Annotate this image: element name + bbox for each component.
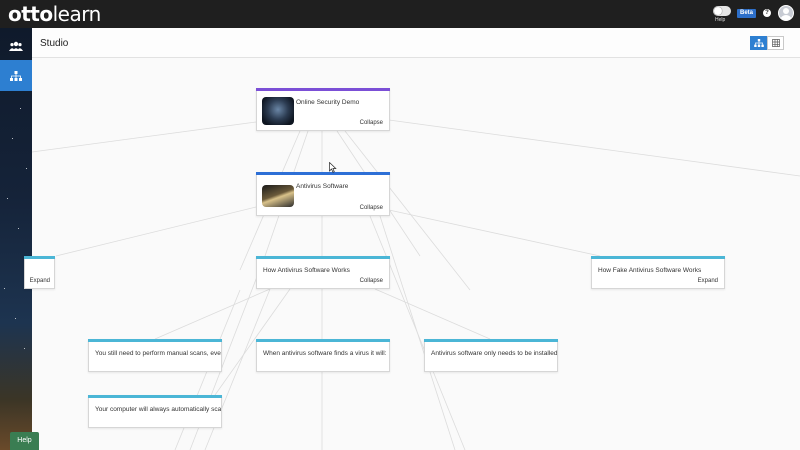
node-title: Your computer will always automatically … bbox=[95, 406, 221, 413]
tree-node-question[interactable]: Your computer will always automatically … bbox=[88, 395, 222, 428]
collapse-button[interactable]: Collapse bbox=[360, 120, 383, 126]
node-title: Antivirus software only needs to be inst… bbox=[431, 350, 557, 357]
tree-connectors bbox=[31, 119, 800, 450]
tree-node-question[interactable]: You still need to perform manual scans, … bbox=[88, 339, 222, 372]
expand-button[interactable]: Expand bbox=[30, 278, 50, 284]
tree-node-root[interactable]: Online Security Demo Collapse bbox=[256, 88, 390, 131]
collapse-button[interactable]: Collapse bbox=[360, 205, 383, 211]
node-color-bar bbox=[88, 339, 222, 342]
tree-node-question[interactable]: When antivirus software finds a virus it… bbox=[256, 339, 390, 372]
antivirus-thumbnail-image bbox=[262, 185, 294, 207]
node-color-bar bbox=[256, 339, 390, 342]
node-color-bar bbox=[256, 172, 390, 175]
security-thumbnail-image bbox=[262, 97, 294, 125]
node-title: You still need to perform manual scans, … bbox=[95, 350, 221, 357]
tree-node-how-antivirus-works[interactable]: How Antivirus Software Works Collapse bbox=[256, 256, 390, 289]
node-title: How Antivirus Software Works bbox=[263, 267, 350, 274]
expand-button[interactable]: Expand bbox=[698, 278, 718, 284]
collapse-button[interactable]: Collapse bbox=[360, 278, 383, 284]
node-color-bar bbox=[424, 339, 558, 342]
node-title: When antivirus software finds a virus it… bbox=[263, 350, 387, 357]
node-color-bar bbox=[24, 256, 55, 259]
node-title: Online Security Demo bbox=[296, 99, 360, 106]
mouse-cursor-icon bbox=[329, 162, 337, 173]
node-title: Antivirus Software bbox=[296, 183, 349, 190]
tree-node-antivirus[interactable]: Antivirus Software Collapse bbox=[256, 172, 390, 216]
node-color-bar bbox=[256, 88, 390, 91]
node-title: How Fake Antivirus Software Works bbox=[598, 267, 702, 274]
tree-node-question[interactable]: Antivirus software only needs to be inst… bbox=[424, 339, 558, 372]
tree-node-fake-antivirus[interactable]: How Fake Antivirus Software Works Expand bbox=[591, 256, 725, 289]
tree-node-left-partial[interactable]: Expand bbox=[24, 256, 55, 289]
node-color-bar bbox=[88, 395, 222, 398]
node-color-bar bbox=[256, 256, 390, 259]
node-color-bar bbox=[591, 256, 725, 259]
